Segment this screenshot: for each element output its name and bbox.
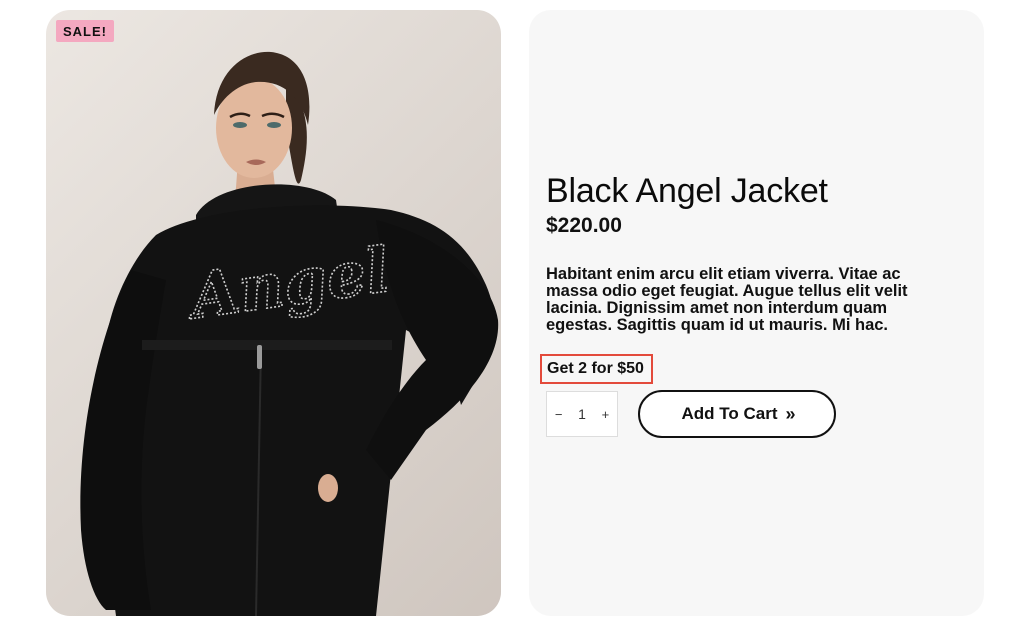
add-to-cart-label: Add To Cart: [681, 404, 778, 423]
quantity-decrease-button[interactable]: −: [555, 407, 563, 422]
product-image: SALE! Angel: [46, 10, 501, 616]
promo-label: Get 2 for $50: [540, 354, 653, 384]
quantity-increase-button[interactable]: +: [602, 407, 610, 422]
sale-badge: SALE!: [56, 20, 114, 42]
product-description: Habitant enim arcu elit etiam viverra. V…: [546, 265, 908, 334]
product-title: Black Angel Jacket: [546, 172, 828, 210]
quantity-input[interactable]: 1: [578, 406, 586, 422]
add-to-cart-button[interactable]: Add To Cart »: [638, 390, 836, 438]
quantity-stepper: − 1 +: [546, 391, 618, 437]
double-chevron-right-icon: »: [785, 404, 796, 424]
product-page: SALE! Angel Black Angel Jacket $220.00 H…: [0, 0, 1024, 628]
product-info-panel: Black Angel Jacket $220.00 Habitant enim…: [529, 10, 984, 616]
model-photo: Angel: [80, 51, 499, 616]
product-price: $220.00: [546, 214, 622, 237]
